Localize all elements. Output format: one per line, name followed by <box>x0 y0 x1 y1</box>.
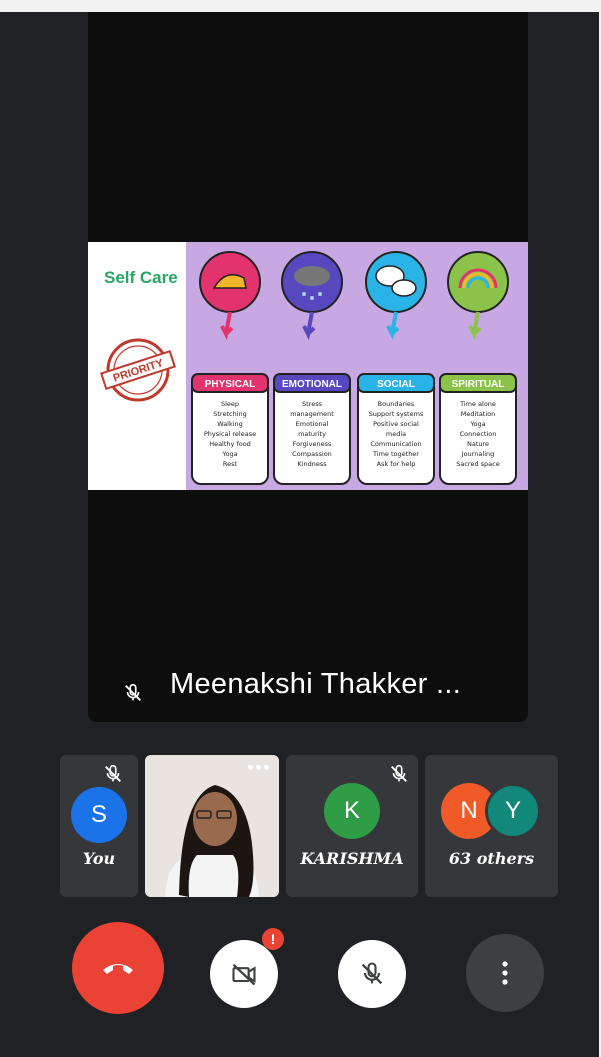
participant-label: You <box>82 849 116 868</box>
category-item: Nature <box>467 440 489 448</box>
category-label: SOCIAL <box>377 379 415 390</box>
category-item: Positive social <box>373 420 419 428</box>
category-item: Forgiveness <box>293 440 332 448</box>
camera-off-icon <box>232 963 256 986</box>
camera-warning-badge: ! <box>262 928 284 950</box>
camera-toggle-button[interactable]: ! <box>210 928 284 1008</box>
category-item: Time together <box>372 450 419 458</box>
participant-video <box>145 755 279 897</box>
participant-tile-karishma[interactable]: K KARISHMA <box>286 755 418 897</box>
category-item: Yoga <box>469 420 485 428</box>
slide-title: Self Care <box>104 268 178 287</box>
category-item: Communication <box>370 440 421 448</box>
spiritual-balloon-icon <box>447 251 509 341</box>
category-item: management <box>290 410 334 418</box>
category-item: Yoga <box>221 450 237 458</box>
avatar: Y <box>485 783 541 839</box>
status-strip <box>0 0 601 12</box>
priority-stamp-icon: PRIORITY <box>100 338 176 402</box>
social-balloon-icon <box>365 251 427 341</box>
category-label: EMOTIONAL <box>282 379 342 390</box>
mic-off-icon <box>391 764 407 782</box>
category-card-spiritual: SPIRITUAL Time alone Meditation Yoga Connect… <box>439 373 517 485</box>
category-item: Meditation <box>461 410 496 418</box>
participant-label: KARISHMA <box>300 849 404 868</box>
main-stage[interactable]: Self Care PRIORITY PHYSICAL Sleep Stretc… <box>88 12 528 722</box>
category-item: Ask for help <box>377 460 416 468</box>
category-item: Journaling <box>461 450 495 458</box>
category-label: SPIRITUAL <box>452 379 505 390</box>
category-item: Stretching <box>213 410 247 418</box>
category-item: Stress <box>302 400 323 408</box>
category-item: Walking <box>217 420 243 428</box>
participant-tile-others[interactable]: N Y 63 others <box>425 755 558 897</box>
category-item: Sleep <box>221 400 239 408</box>
category-item: Healthy food <box>209 440 251 448</box>
mic-off-icon <box>105 764 121 782</box>
slide-left-panel: Self Care PRIORITY <box>88 242 186 490</box>
category-item: Boundaries <box>378 400 415 408</box>
end-call-button[interactable] <box>72 922 164 1014</box>
category-item: Rest <box>223 460 238 468</box>
speaker-mic-off-icon <box>125 683 141 701</box>
category-card-physical: PHYSICAL Sleep Stretching Walking Physical r… <box>191 373 269 485</box>
category-item: media <box>386 430 406 438</box>
category-item: Time alone <box>459 400 496 408</box>
participant-tile-you[interactable]: S You <box>60 755 138 897</box>
avatar: K <box>324 783 380 839</box>
mic-off-icon <box>361 962 383 985</box>
speaker-name: Meenakshi Thakker ... <box>170 668 462 700</box>
category-item: Emotional <box>296 420 329 428</box>
category-item: Sacred space <box>456 460 499 468</box>
more-horiz-icon[interactable] <box>248 765 269 770</box>
category-item: Support systems <box>369 410 424 418</box>
emotional-balloon-icon <box>281 251 343 341</box>
category-item: Compassion <box>292 450 332 458</box>
presentation-slide: Self Care PRIORITY PHYSICAL Sleep Stretc… <box>88 242 528 490</box>
physical-balloon-icon <box>199 251 261 341</box>
category-label: PHYSICAL <box>205 379 256 390</box>
participant-label: 63 others <box>448 849 535 868</box>
participant-video-tile[interactable] <box>145 755 279 897</box>
more-options-button[interactable] <box>466 934 544 1012</box>
more-vert-icon <box>502 961 508 985</box>
category-item: Physical release <box>204 430 256 438</box>
category-item: Kindness <box>297 460 327 468</box>
category-card-social: SOCIAL Boundaries Support systems Positive … <box>357 373 435 485</box>
mic-toggle-button[interactable] <box>338 940 406 1008</box>
end-call-icon <box>103 964 133 974</box>
avatar: S <box>71 787 127 843</box>
self-care-infographic: PHYSICAL Sleep Stretching Walking Physical r… <box>191 251 517 485</box>
category-card-emotional: EMOTIONAL Stress management Emotional maturi… <box>273 373 351 485</box>
category-item: Connection <box>460 430 497 438</box>
category-item: maturity <box>298 430 326 438</box>
